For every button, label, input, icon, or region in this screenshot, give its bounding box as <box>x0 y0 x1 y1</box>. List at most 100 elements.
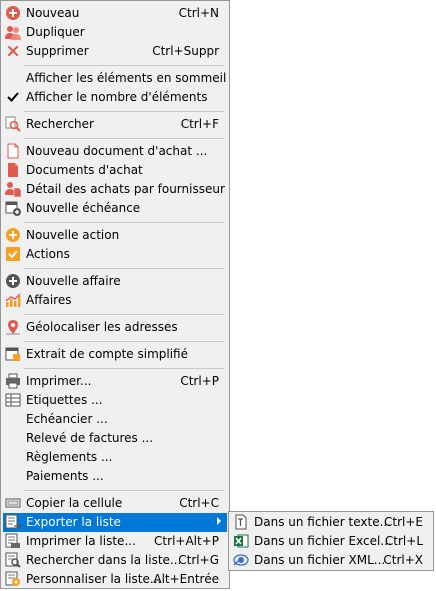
menu-item-affaires[interactable]: Affaires <box>3 291 227 310</box>
menu-item-dupliquer[interactable]: Dupliquer <box>3 23 227 42</box>
submenu-item-fichier-xml[interactable]: Dans un fichier XML... Ctrl+X <box>231 551 431 570</box>
menu-item-nouvelle-affaire[interactable]: Nouvelle affaire <box>3 272 227 291</box>
menu-item-exporter-liste[interactable]: Exporter la liste <box>3 513 227 532</box>
menu-item-label: Nouveau <box>26 6 80 20</box>
menu-item-nouveau[interactable]: Nouveau Ctrl+N <box>3 4 227 23</box>
menu-item-shortcut: Ctrl+Suppr <box>152 44 219 58</box>
submenu-arrow-icon <box>217 517 221 525</box>
menu-item-releve-factures[interactable]: Relevé de factures ... <box>3 429 227 448</box>
menu-item-label: Rechercher <box>26 117 94 131</box>
xml-file-icon <box>233 552 249 568</box>
calendar-add-icon <box>5 200 21 216</box>
menu-item-reglements[interactable]: Règlements ... <box>3 448 227 467</box>
text-file-icon <box>233 514 249 530</box>
menu-item-supprimer[interactable]: Supprimer Ctrl+Suppr <box>3 42 227 61</box>
separator <box>24 138 224 139</box>
export-submenu: Dans un fichier texte... Ctrl+E Dans un … <box>228 511 434 571</box>
menu-item-paiements[interactable]: Paiements ... <box>3 467 227 486</box>
menu-item-extrait-compte[interactable]: Extrait de compte simplifié <box>3 345 227 364</box>
customize-list-icon <box>5 571 21 587</box>
add-action-icon <box>5 227 21 243</box>
menu-item-label: Dans un fichier Excel... <box>254 534 392 548</box>
menu-item-label: Afficher les éléments en sommeil <box>26 71 227 85</box>
separator <box>24 268 224 269</box>
menu-item-shortcut: Alt+Entrée <box>153 572 219 586</box>
menu-item-imprimer[interactable]: Imprimer... Ctrl+P <box>3 372 227 391</box>
excel-file-icon <box>233 533 249 549</box>
menu-item-label: Paiements ... <box>26 469 104 483</box>
menu-item-label: Dupliquer <box>26 25 85 39</box>
supplier-detail-icon <box>5 181 21 197</box>
menu-item-label: Actions <box>26 247 70 261</box>
search-icon <box>5 116 21 132</box>
menu-item-shortcut: Ctrl+E <box>384 515 423 529</box>
map-pin-icon <box>5 319 21 335</box>
chart-icon <box>5 292 21 308</box>
menu-item-label: Nouveau document d'achat ... <box>26 144 208 158</box>
menu-item-shortcut: Ctrl+X <box>383 553 423 567</box>
menu-item-shortcut: Ctrl+Alt+P <box>154 534 219 548</box>
separator <box>24 222 224 223</box>
menu-item-geolocaliser[interactable]: Géolocaliser les adresses <box>3 318 227 337</box>
menu-item-nouvelle-action[interactable]: Nouvelle action <box>3 226 227 245</box>
menu-item-label: Supprimer <box>26 44 89 58</box>
print-list-icon <box>5 533 21 549</box>
menu-item-rechercher[interactable]: Rechercher Ctrl+F <box>3 115 227 134</box>
menu-item-label: Affaires <box>26 293 72 307</box>
menu-item-label: Afficher le nombre d'éléments <box>26 90 208 104</box>
separator <box>24 490 224 491</box>
menu-item-label: Copier la cellule <box>26 496 123 510</box>
add-affair-icon <box>5 273 21 289</box>
menu-item-shortcut: Ctrl+F <box>180 117 219 131</box>
menu-item-shortcut: Ctrl+C <box>179 496 219 510</box>
menu-item-label: Personnaliser la liste... <box>26 572 162 586</box>
menu-item-label: Détail des achats par fournisseur <box>26 182 225 196</box>
menu-item-actions[interactable]: Actions <box>3 245 227 264</box>
menu-item-nouveau-document-achat[interactable]: Nouveau document d'achat ... <box>3 142 227 161</box>
submenu-item-fichier-texte[interactable]: Dans un fichier texte... Ctrl+E <box>231 513 431 532</box>
menu-item-label: Nouvelle affaire <box>26 274 121 288</box>
menu-item-documents-achat[interactable]: Documents d'achat <box>3 161 227 180</box>
menu-item-label: Echéancier ... <box>26 412 108 426</box>
menu-item-label: Rechercher dans la liste... <box>26 553 182 567</box>
menu-item-label: Relevé de factures ... <box>26 431 154 445</box>
menu-item-personnaliser-liste[interactable]: Personnaliser la liste... Alt+Entrée <box>3 570 227 589</box>
menu-item-label: Extrait de compte simplifié <box>26 347 188 361</box>
add-icon <box>5 5 21 21</box>
search-list-icon <box>5 552 21 568</box>
menu-item-label: Etiquettes ... <box>26 393 103 407</box>
separator <box>24 341 224 342</box>
menu-item-label: Nouvelle échéance <box>26 201 141 215</box>
menu-item-echeancier[interactable]: Echéancier ... <box>3 410 227 429</box>
submenu-item-fichier-excel[interactable]: Dans un fichier Excel... Ctrl+L <box>231 532 431 551</box>
menu-item-shortcut: Ctrl+L <box>384 534 423 548</box>
menu-item-imprimer-liste[interactable]: Imprimer la liste... Ctrl+Alt+P <box>3 532 227 551</box>
separator <box>24 314 224 315</box>
menu-item-shortcut: Ctrl+G <box>178 553 219 567</box>
checkmark-icon <box>5 89 21 105</box>
menu-item-label: Imprimer la liste... <box>26 534 136 548</box>
actions-check-icon <box>5 246 21 262</box>
menu-item-shortcut: Ctrl+N <box>178 6 219 20</box>
menu-item-copier-cellule[interactable]: Copier la cellule Ctrl+C <box>3 494 227 513</box>
new-document-icon <box>5 143 21 159</box>
duplicate-users-icon <box>5 24 21 40</box>
menu-item-label: Nouvelle action <box>26 228 120 242</box>
menu-item-afficher-nombre[interactable]: Afficher le nombre d'éléments <box>3 88 227 107</box>
menu-item-rechercher-liste[interactable]: Rechercher dans la liste... Ctrl+G <box>3 551 227 570</box>
menu-item-label: Géolocaliser les adresses <box>26 320 178 334</box>
menu-item-label: Exporter la liste <box>26 515 121 529</box>
separator <box>24 111 224 112</box>
menu-item-detail-achats-fournisseur[interactable]: Détail des achats par fournisseur <box>3 180 227 199</box>
separator <box>24 65 224 66</box>
documents-icon <box>5 162 21 178</box>
menu-item-label: Imprimer... <box>26 374 92 388</box>
menu-item-label: Dans un fichier texte... <box>254 515 392 529</box>
menu-item-label: Dans un fichier XML... <box>254 553 386 567</box>
printer-icon <box>5 373 21 389</box>
menu-item-nouvelle-echeance[interactable]: Nouvelle échéance <box>3 199 227 218</box>
account-statement-icon <box>5 346 21 362</box>
menu-item-afficher-sommeil[interactable]: Afficher les éléments en sommeil <box>3 69 227 88</box>
menu-item-etiquettes[interactable]: Etiquettes ... <box>3 391 227 410</box>
copy-cell-icon <box>5 495 21 511</box>
